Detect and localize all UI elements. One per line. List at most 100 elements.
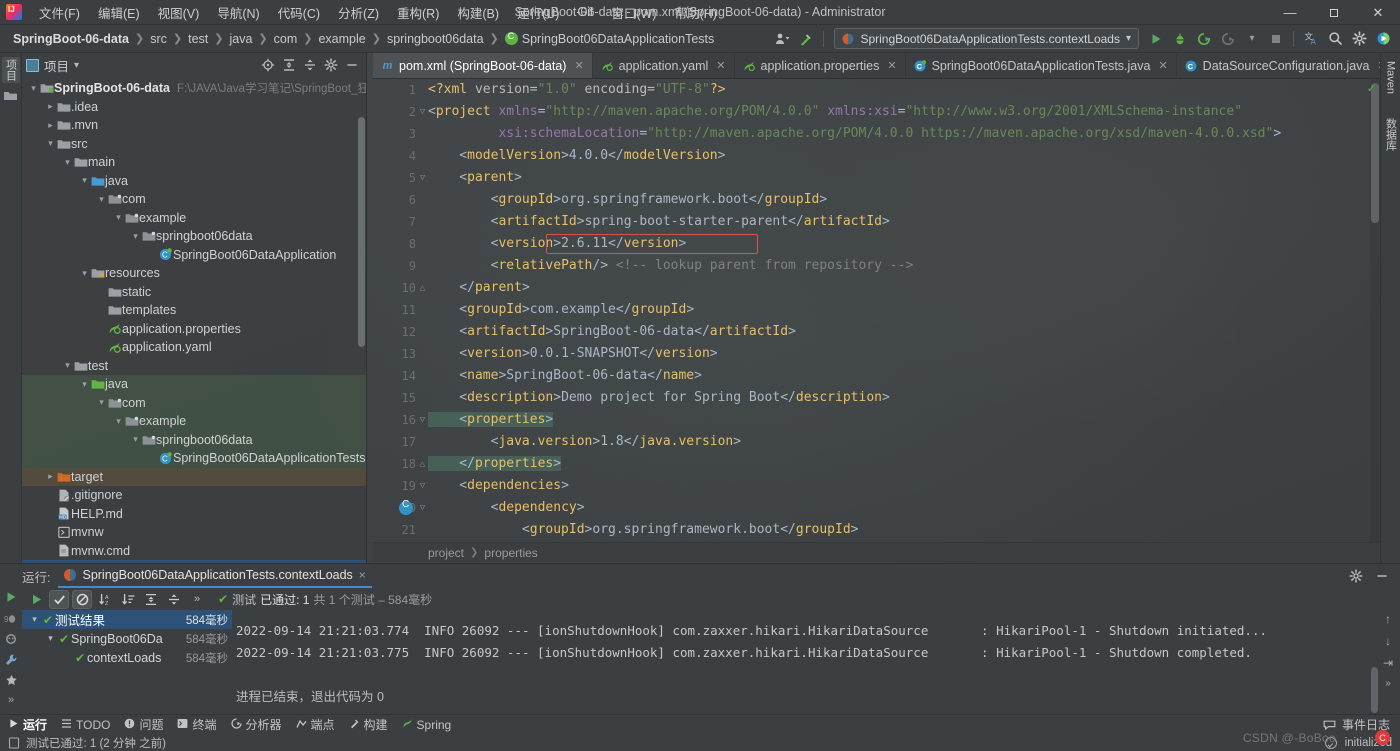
close-icon[interactable]: ✕ xyxy=(1158,59,1167,72)
chevron-right-icon[interactable]: ▸ xyxy=(45,471,56,482)
chevron-down-icon[interactable]: ▾ xyxy=(74,60,79,71)
fold-collapse-icon[interactable]: ▽ xyxy=(417,497,428,519)
chevron-down-icon[interactable]: ▾ xyxy=(130,434,141,445)
editor-tab[interactable]: m pom.xml (SpringBoot-06-data) ✕ xyxy=(373,53,593,78)
locate-icon[interactable] xyxy=(258,55,278,75)
project-tree-row[interactable]: .gitignore xyxy=(22,486,366,505)
console-scrollbar-thumb[interactable] xyxy=(1371,667,1378,713)
debug-icon[interactable]: 9 xyxy=(4,611,18,625)
stop-icon[interactable] xyxy=(1265,28,1287,50)
hide-panel-icon[interactable] xyxy=(342,55,362,75)
project-tree-row[interactable]: ▾ springboot06data xyxy=(22,227,366,246)
project-tree-row[interactable]: mvnw xyxy=(22,523,366,542)
project-tree-row[interactable]: static xyxy=(22,283,366,302)
breadcrumb-item[interactable]: com xyxy=(269,30,303,48)
menu-item[interactable]: 构建(B) xyxy=(448,0,508,25)
chevron-down-icon[interactable]: ▾ xyxy=(79,175,90,186)
folder-icon[interactable] xyxy=(3,89,19,103)
menu-item[interactable]: 文件(F) xyxy=(30,0,89,25)
settings-gear-icon[interactable] xyxy=(321,55,341,75)
user-settings-icon[interactable] xyxy=(771,28,793,50)
editor-tab-bar[interactable]: m pom.xml (SpringBoot-06-data) ✕ applicatio… xyxy=(373,53,1400,79)
chevron-down-icon[interactable]: ▾ xyxy=(130,231,141,242)
project-tree-row[interactable]: ▾ resources xyxy=(22,264,366,283)
build-hammer-icon[interactable] xyxy=(795,28,817,50)
breadcrumb-item[interactable]: test xyxy=(183,30,213,48)
chevron-down-icon[interactable]: ▾ xyxy=(44,633,57,644)
test-tree-row[interactable]: ✔ contextLoads 584毫秒 xyxy=(22,648,232,667)
bottom-tool-todo[interactable]: TODO xyxy=(61,718,110,732)
editor-code-area[interactable]: <?xml version="1.0" encoding="UTF-8"?> <p… xyxy=(428,79,1380,542)
run-icon[interactable] xyxy=(1145,28,1167,50)
breadcrumb-item[interactable]: example xyxy=(313,30,370,48)
project-tree-row[interactable]: ▾ java xyxy=(22,172,366,191)
menu-item[interactable]: 导航(N) xyxy=(208,0,268,25)
project-tree-row[interactable]: application.properties xyxy=(22,320,366,339)
project-tree-row[interactable]: ▾ com xyxy=(22,190,366,209)
run-tab[interactable]: SpringBoot06DataApplicationTests.context… xyxy=(58,564,372,588)
code-line[interactable]: <?xml version="1.0" encoding="UTF-8"?> xyxy=(428,79,725,101)
ide-eye-icon[interactable] xyxy=(1372,28,1394,50)
editor-breadcrumb-item[interactable]: project xyxy=(428,546,464,560)
code-editor[interactable]: 12▽345▽678910△111213141516▽1718△19▽20▽21… xyxy=(373,79,1380,542)
console-output[interactable]: 2022-09-14 21:21:03.774 INFO 26092 --- [… xyxy=(236,610,1376,715)
fold-collapse-icon[interactable]: ▽ xyxy=(417,409,428,431)
editor-breadcrumb[interactable]: project ❯ properties xyxy=(373,542,1380,562)
editor-gutter[interactable]: 12▽345▽678910△111213141516▽1718△19▽20▽21… xyxy=(373,79,428,542)
chevron-right-icon[interactable]: ▸ xyxy=(45,101,56,112)
project-tree-row[interactable]: ▾ springboot06data xyxy=(22,430,366,449)
test-results-tree[interactable]: ▾ ✔ 测试结果 584毫秒 ▾ ✔ SpringBoot06Da 584毫秒 ✔ context… xyxy=(22,610,232,715)
bottom-tool-spring-leaf[interactable]: Spring xyxy=(402,718,451,732)
chevron-down-icon[interactable]: ▾ xyxy=(96,397,107,408)
editor-tab[interactable]: CDataSourceConfiguration.java✕ xyxy=(1177,53,1396,78)
scroll-down-icon[interactable]: ↓ xyxy=(1385,634,1391,648)
project-tree-row[interactable]: mvnw.cmd xyxy=(22,542,366,561)
minimize-button[interactable]: — xyxy=(1268,0,1312,25)
show-passed-toggle[interactable] xyxy=(49,589,69,609)
editor-scrollbar[interactable] xyxy=(1370,79,1380,542)
chevron-down-icon[interactable]: ▾ xyxy=(62,157,73,168)
bottom-tool-endpoints[interactable]: 端点 xyxy=(295,716,335,733)
project-tree-row[interactable]: C SpringBoot06DataApplication xyxy=(22,246,366,265)
chevron-down-icon[interactable]: ▾ xyxy=(79,379,90,390)
collapse-all-icon[interactable] xyxy=(300,55,320,75)
code-line[interactable]: <artifactId>spring-boot-starter-parent</… xyxy=(428,211,890,233)
code-line[interactable]: <dependencies> xyxy=(428,475,569,497)
close-icon[interactable]: ✕ xyxy=(887,59,896,72)
code-line[interactable]: <artifactId>SpringBoot-06-data</artifact… xyxy=(428,321,796,343)
breadcrumb-item[interactable]: SpringBoot06DataApplicationTests xyxy=(500,30,719,48)
code-line[interactable]: <parent> xyxy=(428,167,522,189)
project-tree-row[interactable]: ▾ main xyxy=(22,153,366,172)
favorites-icon[interactable] xyxy=(5,674,18,687)
run-configuration-selector[interactable]: SpringBoot06DataApplicationTests.context… xyxy=(834,28,1139,49)
chevron-down-icon[interactable]: ▾ xyxy=(28,614,41,625)
project-tree-row[interactable]: MD HELP.md xyxy=(22,505,366,524)
editor-breadcrumb-item[interactable]: properties xyxy=(484,546,537,560)
menu-item[interactable]: 重构(R) xyxy=(388,0,448,25)
more-icon[interactable]: » xyxy=(8,694,14,706)
chevron-down-icon[interactable]: ▾ xyxy=(1126,33,1131,44)
bottom-tool-problems[interactable]: 问题 xyxy=(124,716,163,733)
sort-by-duration-icon[interactable] xyxy=(118,590,138,609)
chevron-down-icon[interactable]: ▾ xyxy=(45,138,56,149)
bottom-tool-profiler[interactable]: 分析器 xyxy=(230,716,282,733)
search-everywhere-icon[interactable] xyxy=(1324,28,1346,50)
close-button[interactable]: ✕ xyxy=(1356,0,1400,25)
code-line[interactable]: </properties> xyxy=(428,453,562,475)
project-tree-row[interactable]: templates xyxy=(22,301,366,320)
code-line[interactable]: <description>Demo project for Spring Boo… xyxy=(428,387,890,409)
show-ignored-toggle[interactable] xyxy=(72,589,92,609)
chevron-down-icon[interactable]: ▾ xyxy=(1241,28,1263,50)
menu-item[interactable]: 窗口(W) xyxy=(602,0,665,25)
code-line[interactable]: <version>2.6.11</version> xyxy=(428,233,687,255)
project-tree-row[interactable]: ▾ SpringBoot-06-data F:\JAVA\Java学习笔记\Spri… xyxy=(22,79,366,98)
main-menu[interactable]: 文件(F) 编辑(E) 视图(V) 导航(N) 代码(C) 分析(Z) 重构(R) 构建(B)… xyxy=(30,0,726,25)
bottom-tool-run[interactable]: 运行 xyxy=(8,716,47,733)
more-icon[interactable]: » xyxy=(1385,678,1391,689)
chevron-down-icon[interactable]: ▾ xyxy=(28,83,39,94)
project-tree-row[interactable]: ▾ example xyxy=(22,412,366,431)
code-line[interactable]: <groupId>org.springframework.boot</group… xyxy=(428,519,859,541)
breadcrumb-item[interactable]: java xyxy=(224,30,257,48)
chevron-down-icon[interactable]: ▾ xyxy=(79,268,90,279)
close-icon[interactable]: ✕ xyxy=(716,59,725,72)
